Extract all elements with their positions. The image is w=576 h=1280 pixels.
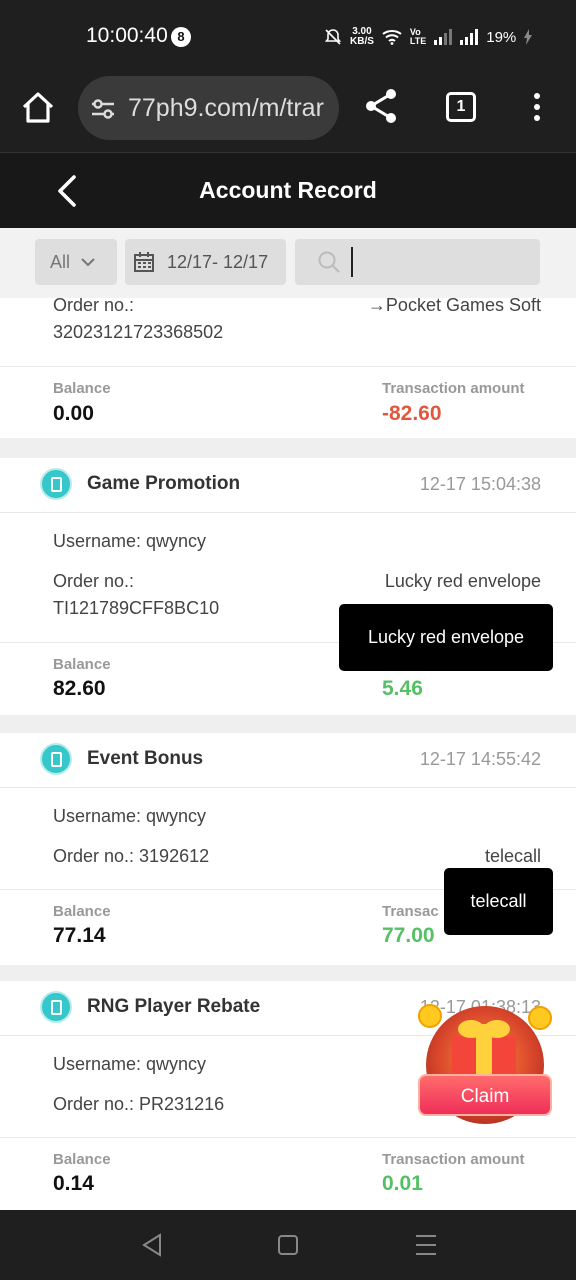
coin-icon — [418, 1004, 442, 1028]
charging-icon — [524, 29, 533, 45]
more-menu-icon[interactable] — [528, 90, 546, 126]
date-range-picker[interactable]: 12/17- 12/17 — [125, 239, 286, 285]
record-username: Username: qwyncy — [53, 1054, 207, 1074]
tab-switcher-button[interactable]: 1 — [446, 92, 476, 122]
claim-gift-widget[interactable]: Claim — [414, 1000, 556, 1126]
record-title: RNG Player Rebate — [87, 996, 261, 1017]
record-detail: →Pocket Games Soft — [367, 298, 541, 315]
volte-indicator: Vo LTE — [410, 28, 426, 46]
receipt-icon — [40, 991, 72, 1023]
record-time: 12-17 15:04:38 — [419, 474, 541, 494]
signal-icon-sim1 — [434, 29, 453, 45]
url-text: 77ph9.com/m/trar — [128, 94, 324, 122]
status-bar: 10:00:40 8 3.00 KB/S Vo LTE 19% — [0, 0, 576, 72]
browser-toolbar: 77ph9.com/m/trar 1 — [0, 72, 576, 152]
page-title: Account Record — [199, 177, 377, 203]
balance-label: Balance — [53, 656, 111, 673]
chevron-down-icon — [81, 258, 95, 267]
balance-label: Balance — [53, 380, 111, 397]
record-username: Username: qwyncy — [53, 531, 207, 551]
date-range-value: 12/17- 12/17 — [167, 251, 269, 272]
status-time: 10:00:40 — [86, 24, 168, 47]
notification-count-badge: 8 — [171, 27, 191, 47]
record-card-game-promotion: Game Promotion 12-17 15:04:38 Username: … — [0, 458, 576, 715]
coin-icon — [528, 1006, 552, 1030]
order-number: Order no.: 3192612 — [53, 846, 210, 866]
balance-value: 82.60 — [53, 677, 106, 700]
transaction-amount-value: 0.01 — [382, 1172, 423, 1195]
volte-bottom: LTE — [409, 36, 427, 46]
nav-recents-icon[interactable] — [416, 1235, 436, 1262]
transaction-amount-value: 5.46 — [382, 677, 423, 700]
search-box[interactable] — [295, 239, 540, 285]
record-card-pocket-games: Order no.: →Pocket Games Soft 3202312172… — [0, 298, 576, 438]
nav-home-icon[interactable] — [278, 1235, 298, 1255]
signal-icon-sim2 — [460, 29, 479, 45]
transaction-amount-label: Transac — [382, 903, 439, 920]
record-detail: telecall — [484, 846, 541, 866]
claim-button[interactable]: Claim — [418, 1074, 552, 1116]
site-settings-icon[interactable] — [90, 96, 116, 122]
transaction-amount-value: 77.00 — [382, 924, 435, 947]
transaction-amount-value: -82.60 — [382, 402, 442, 425]
address-bar[interactable]: 77ph9.com/m/trar — [78, 76, 339, 140]
home-icon[interactable] — [18, 88, 58, 128]
transaction-amount-label: Transaction amount — [382, 1151, 525, 1168]
search-icon — [318, 251, 340, 273]
order-label: Order no.: — [53, 571, 135, 591]
balance-value: 77.14 — [53, 924, 106, 947]
nav-back-icon[interactable] — [140, 1232, 164, 1258]
mute-bell-icon — [324, 29, 342, 45]
record-title: Game Promotion — [87, 473, 241, 494]
battery-percent: 19% — [486, 28, 517, 46]
order-number: Order no.: PR231216 — [53, 1094, 225, 1114]
type-filter-value: All — [50, 251, 71, 272]
filter-bar: All 12/17- 12/17 — [0, 228, 576, 298]
system-nav-bar — [0, 1210, 576, 1280]
search-input[interactable] — [351, 247, 531, 277]
network-speed: 3.00 KB/S — [350, 27, 374, 47]
network-speed-unit: KB/S — [350, 36, 374, 47]
order-label: Order no.: — [53, 298, 135, 315]
balance-label: Balance — [53, 1151, 111, 1168]
order-number: 32023121723368502 — [53, 322, 224, 342]
balance-value: 0.14 — [53, 1172, 94, 1195]
app-header: Account Record — [0, 152, 576, 228]
detail-tooltip-telecall: telecall — [444, 868, 553, 935]
record-time: 12-17 14:55:42 — [419, 749, 541, 769]
wifi-icon — [382, 30, 402, 45]
receipt-icon — [40, 468, 72, 500]
receipt-icon — [40, 743, 72, 775]
type-filter-select[interactable]: All — [35, 239, 117, 285]
record-detail: Lucky red envelope — [384, 571, 541, 591]
balance-value: 0.00 — [53, 402, 94, 425]
detail-tooltip-lucky-red-envelope: Lucky red envelope — [339, 604, 553, 671]
record-title: Event Bonus — [87, 748, 204, 769]
calendar-icon — [134, 252, 154, 272]
status-indicators: 3.00 KB/S Vo LTE 19% — [324, 24, 533, 50]
transaction-amount-label: Transaction amount — [382, 380, 525, 397]
order-number: TI121789CFF8BC10 — [53, 598, 220, 618]
share-icon[interactable] — [362, 86, 400, 126]
balance-label: Balance — [53, 903, 111, 920]
record-username: Username: qwyncy — [53, 806, 207, 826]
